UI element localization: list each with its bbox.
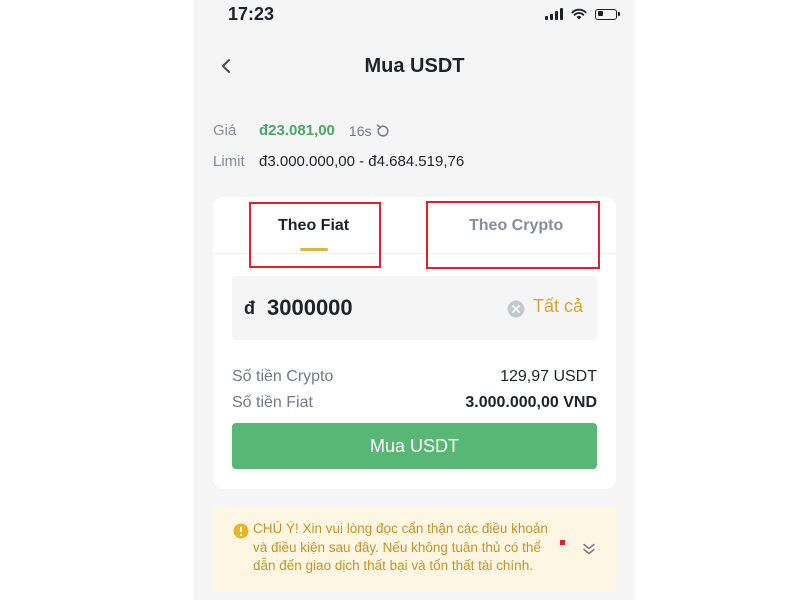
summary-label: Số tiền Fiat [232, 394, 313, 411]
price-label: Giá [213, 122, 237, 139]
refresh-icon [377, 123, 390, 137]
price-value: đ23.081,00 [259, 122, 335, 139]
double-chevron-down-icon [583, 543, 595, 555]
expand-notice-button[interactable] [581, 541, 597, 557]
clear-circle-icon [507, 300, 525, 318]
highlight-box-crypto [426, 201, 600, 269]
warning-notice: CHÚ Ý! Xin vui lòng đọc cẩn thận các điề… [211, 507, 617, 591]
phone-screen: 17:23 Mua USDT Giá đ23.081,00 16s Limit … [194, 0, 635, 600]
wifi-icon [571, 8, 587, 20]
currency-symbol: đ [244, 297, 255, 318]
summary-value: 3.000.000,00 VND [465, 394, 597, 411]
order-card: Theo Fiat Theo Crypto đ Tất cả Số tiền C… [213, 197, 616, 489]
summary-value: 129,97 USDT [500, 368, 597, 385]
battery-level [597, 11, 603, 16]
refresh-button[interactable] [375, 123, 391, 139]
price-row: Giá đ23.081,00 16s [213, 122, 391, 139]
status-time: 17:23 [228, 4, 275, 24]
notice-red-dot [560, 540, 565, 545]
amount-input[interactable] [267, 295, 477, 321]
limit-value: đ3.000.000,00 - đ4.684.519,76 [259, 153, 465, 170]
battery-icon [595, 8, 620, 20]
highlight-box-fiat [249, 202, 381, 268]
summary-row-fiat: Số tiền Fiat 3.000.000,00 VND [232, 394, 597, 412]
price-timer: 16s [348, 122, 372, 139]
all-amount-button[interactable]: Tất cả [533, 296, 583, 317]
clear-button[interactable] [507, 300, 525, 318]
summary-row-crypto: Số tiền Crypto 129,97 USDT [232, 368, 597, 386]
page-title: Mua USDT [364, 55, 465, 77]
summary-label: Số tiền Crypto [232, 368, 334, 385]
amount-input-box: đ Tất cả [232, 276, 597, 340]
warning-icon [233, 523, 249, 539]
signal-icon [545, 8, 563, 20]
limit-row: Limit đ3.000.000,00 - đ4.684.519,76 [213, 153, 464, 170]
notice-text: CHÚ Ý! Xin vui lòng đọc cẩn thận các điề… [253, 521, 548, 573]
buy-usdt-button[interactable]: Mua USDT [232, 423, 597, 469]
limit-label: Limit [213, 153, 245, 170]
status-icons [545, 8, 620, 20]
